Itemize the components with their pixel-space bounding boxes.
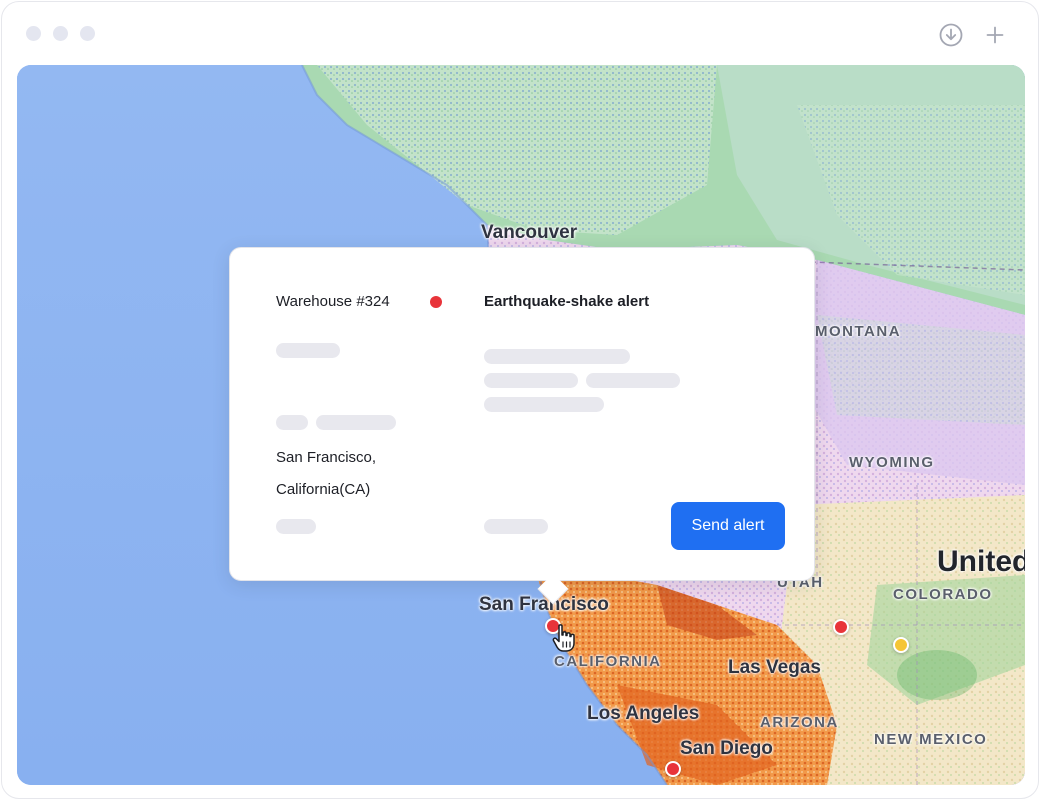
utah-marker[interactable]: [833, 619, 849, 635]
address-line-2: California(CA): [276, 481, 371, 498]
address-line-1: San Francisco,: [276, 449, 377, 466]
region-label-wyoming: WYOMING: [849, 454, 935, 471]
placeholder-line: [484, 397, 604, 412]
alert-title: Earthquake-shake alert: [484, 293, 650, 310]
download-button[interactable]: [938, 22, 964, 48]
location-name: Warehouse #324: [276, 293, 390, 310]
region-label-california: CALIFORNIA: [554, 653, 662, 670]
close-dot[interactable]: [26, 26, 41, 41]
colorado-marker[interactable]: [893, 637, 909, 653]
placeholder-line: [276, 519, 316, 534]
placeholder-line: [276, 415, 308, 430]
placeholder-line: [276, 343, 340, 358]
status-dot-icon: [430, 296, 442, 308]
window-controls: [26, 26, 95, 41]
new-tab-button[interactable]: [982, 22, 1008, 48]
country-label-united-states: United: [937, 545, 1025, 578]
san-diego-marker[interactable]: [665, 761, 681, 777]
region-label-new-mexico: NEW MEXICO: [874, 731, 988, 748]
city-label-san-francisco: San Francisco: [479, 594, 609, 615]
app-window: Vancouver MONTANA WYOMING United UTAH CO…: [1, 1, 1039, 799]
region-label-colorado: COLORADO: [893, 586, 993, 603]
placeholder-line: [316, 415, 396, 430]
city-label-vancouver: Vancouver: [481, 222, 578, 243]
placeholder-line: [484, 519, 548, 534]
region-label-montana: MONTANA: [815, 323, 902, 340]
region-label-arizona: ARIZONA: [760, 714, 839, 731]
plus-icon: [986, 26, 1004, 44]
alert-popup: Warehouse #324 Earthquake-shake alert Sa…: [229, 247, 815, 605]
minimize-dot[interactable]: [53, 26, 68, 41]
send-alert-button[interactable]: Send alert: [671, 502, 785, 550]
download-circle-icon: [939, 23, 963, 47]
hand-pointer-icon: [552, 624, 575, 652]
placeholder-line: [586, 373, 680, 388]
zoom-dot[interactable]: [80, 26, 95, 41]
city-label-las-vegas: Las Vegas: [728, 657, 821, 678]
placeholder-line: [484, 349, 630, 364]
placeholder-line: [484, 373, 578, 388]
city-label-los-angeles: Los Angeles: [587, 703, 700, 724]
city-label-san-diego: San Diego: [680, 738, 773, 759]
